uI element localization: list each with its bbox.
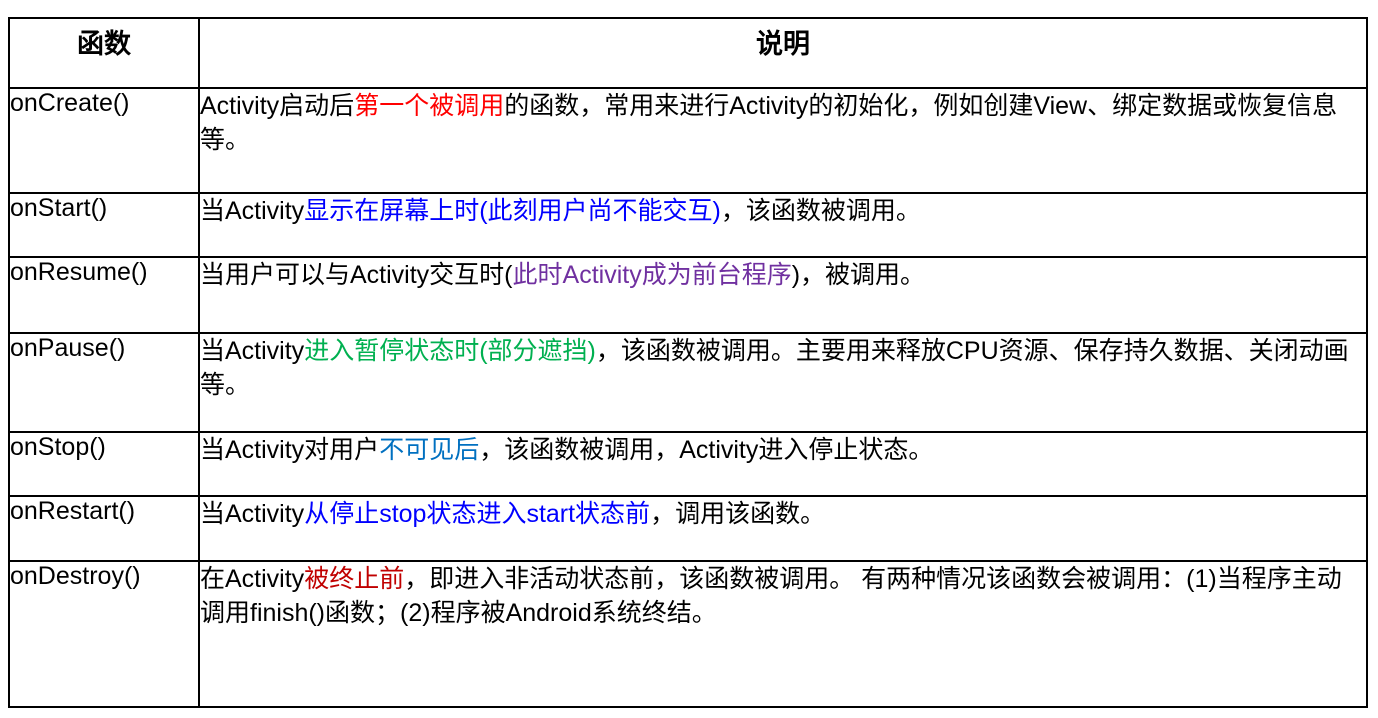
function-name-cell: onRestart() <box>8 495 200 562</box>
description-segment: 此时Activity成为前台程序 <box>512 261 792 289</box>
table-row: onStart() 当Activity显示在屏幕上时(此刻用户尚不能交互)，该函数… <box>8 192 1368 258</box>
description-segment: 在Activity <box>200 565 305 593</box>
description-segment: 当Activity对用户 <box>200 436 380 464</box>
function-name-cell: onDestroy() <box>8 560 200 708</box>
description-cell: 当Activity进入暂停状态时(部分遮挡)，该函数被调用。主要用来释放CPU资… <box>198 332 1368 433</box>
header-function-label: 函数 <box>77 29 131 60</box>
function-name: onDestroy() <box>10 562 141 590</box>
header-description-label: 说明 <box>756 29 810 60</box>
description-segment: 被终止前 <box>304 565 405 593</box>
description-segment: 不可见后 <box>379 436 480 464</box>
description-segment: 当Activity <box>200 337 305 365</box>
description-segment: ，该函数被调用。 <box>720 197 921 225</box>
function-name-cell: onPause() <box>8 332 200 433</box>
table-row: onResume() 当用户可以与Activity交互时(此时Activity成为… <box>8 256 1368 334</box>
activity-lifecycle-table: 函数 说明 onCreate() Activity启动后第一个被调用的函数，常用来… <box>8 17 1368 708</box>
description-segment: 进入暂停状态时(部分遮挡) <box>304 337 596 365</box>
description-segment: 显示在屏幕上时(此刻用户尚不能交互) <box>304 197 721 225</box>
description-cell: Activity启动后第一个被调用的函数，常用来进行Activity的初始化，例… <box>198 87 1368 194</box>
table-row: onCreate() Activity启动后第一个被调用的函数，常用来进行Acti… <box>8 87 1368 194</box>
function-name: onPause() <box>10 334 126 362</box>
description-cell: 当用户可以与Activity交互时(此时Activity成为前台程序)，被调用。 <box>198 256 1368 334</box>
description-cell: 当Activity显示在屏幕上时(此刻用户尚不能交互)，该函数被调用。 <box>198 192 1368 258</box>
description-segment: ，调用该函数。 <box>650 500 826 528</box>
function-name: onResume() <box>10 258 148 286</box>
description-segment: 当用户可以与Activity交互时( <box>200 261 513 289</box>
header-function: 函数 <box>8 17 200 89</box>
function-name-cell: onStart() <box>8 192 200 258</box>
function-name-cell: onResume() <box>8 256 200 334</box>
function-name: onStop() <box>10 433 106 461</box>
table-row: onRestart() 当Activity从停止stop状态进入start状态前，… <box>8 495 1368 562</box>
description-segment: 当Activity <box>200 500 305 528</box>
function-name: onStart() <box>10 194 108 222</box>
table-body: onCreate() Activity启动后第一个被调用的函数，常用来进行Acti… <box>8 87 1368 708</box>
description-segment: )，被调用。 <box>791 261 926 289</box>
table-row: onDestroy() 在Activity被终止前，即进入非活动状态前，该函数被调… <box>8 560 1368 708</box>
header-description: 说明 <box>198 17 1368 89</box>
function-name: onCreate() <box>10 89 130 117</box>
description-segment: Activity启动后 <box>200 92 355 120</box>
description-segment: 从停止stop状态进入start状态前 <box>304 500 651 528</box>
description-segment: ，该函数被调用，Activity进入停止状态。 <box>479 436 934 464</box>
description-cell: 当Activity对用户不可见后，该函数被调用，Activity进入停止状态。 <box>198 431 1368 497</box>
table-row: onPause() 当Activity进入暂停状态时(部分遮挡)，该函数被调用。主… <box>8 332 1368 433</box>
function-name: onRestart() <box>10 497 136 525</box>
description-cell: 在Activity被终止前，即进入非活动状态前，该函数被调用。 有两种情况该函数… <box>198 560 1368 708</box>
function-name-cell: onCreate() <box>8 87 200 194</box>
function-name-cell: onStop() <box>8 431 200 497</box>
description-segment: 第一个被调用 <box>354 92 505 120</box>
table-header-row: 函数 说明 <box>8 17 1368 89</box>
description-cell: 当Activity从停止stop状态进入start状态前，调用该函数。 <box>198 495 1368 562</box>
description-segment: 当Activity <box>200 197 305 225</box>
table-row: onStop() 当Activity对用户不可见后，该函数被调用，Activity… <box>8 431 1368 497</box>
